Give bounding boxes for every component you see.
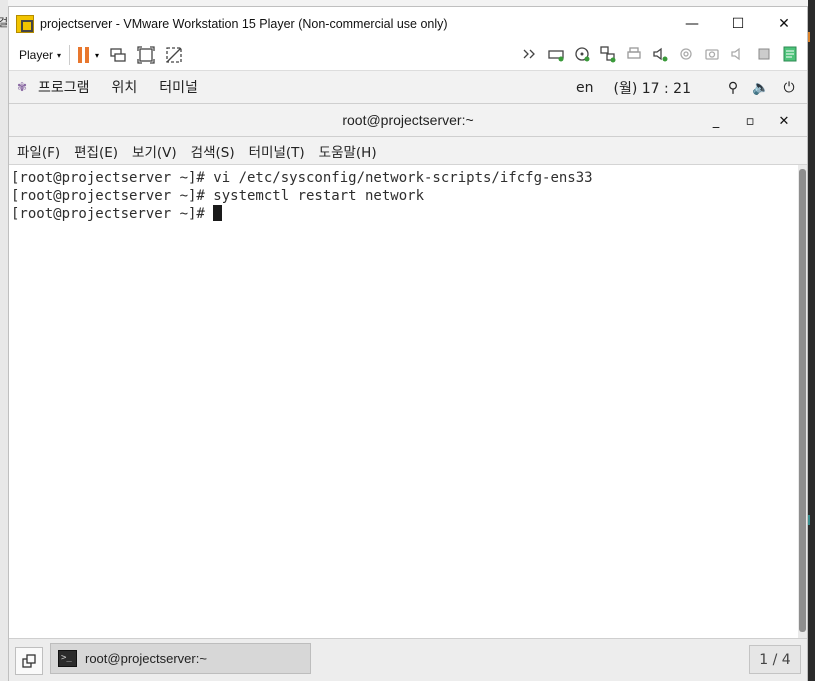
terminal-maximize-button[interactable]: ▫	[733, 114, 767, 129]
device-icons	[517, 43, 803, 65]
terminal-prompt-line: [root@projectserver ~]#	[9, 205, 593, 223]
host-right-mark	[808, 32, 815, 42]
chevron-down-icon[interactable]: ▾	[95, 51, 99, 60]
terminal-line: [root@projectserver ~]# systemctl restar…	[11, 188, 425, 204]
show-desktop-button[interactable]	[15, 647, 43, 675]
forward-icon[interactable]	[519, 43, 541, 65]
printer-icon[interactable]	[623, 43, 645, 65]
sound-icon[interactable]	[649, 43, 671, 65]
show-desktop-icon	[22, 654, 36, 668]
hdd-icon[interactable]	[545, 43, 567, 65]
terminal-window: root@projectserver:~ _ ▫ ✕ 파일(F) 편집(E) 보…	[9, 103, 807, 638]
gnome-window-list: >_ root@projectserver:~ 1 / 4	[9, 638, 807, 681]
scrollbar-thumb[interactable]	[799, 169, 806, 632]
usb-device-icon[interactable]	[753, 43, 775, 65]
menu-view[interactable]: 보기(V)	[132, 141, 177, 161]
menu-file[interactable]: 파일(F)	[17, 141, 60, 161]
terminal-menubar: 파일(F) 편집(E) 보기(V) 검색(S) 터미널(T) 도움말(H)	[9, 137, 807, 165]
places-menu[interactable]: 위치	[112, 77, 138, 97]
cd-icon[interactable]	[571, 43, 593, 65]
close-button[interactable]: ✕	[761, 7, 807, 40]
terminal-app-menu[interactable]: 터미널	[159, 77, 198, 97]
speaker-icon[interactable]	[727, 43, 749, 65]
gnome-status-area: en (월) 17 : 21 ⚲ 🔈 ⏻	[576, 71, 799, 104]
window-controls: — ☐ ✕	[669, 7, 807, 40]
vmware-app-icon	[16, 14, 34, 33]
terminal-titlebar: root@projectserver:~ _ ▫ ✕	[9, 103, 807, 137]
terminal-close-button[interactable]: ✕	[767, 114, 801, 129]
network-icon[interactable]	[597, 43, 619, 65]
terminal-title: root@projectserver:~	[342, 112, 474, 128]
minimize-button[interactable]: —	[669, 7, 715, 40]
applications-label: 프로그램	[38, 80, 90, 96]
webcam-icon[interactable]	[701, 43, 723, 65]
applications-icon: ✾	[17, 80, 28, 94]
pause-bar	[85, 47, 90, 63]
vmware-window: projectserver - VMware Workstation 15 Pl…	[8, 6, 808, 681]
clock[interactable]: (월) 17 : 21	[613, 78, 691, 98]
taskbar-item-label: root@projectserver:~	[85, 651, 207, 666]
message-icon[interactable]	[779, 43, 801, 65]
host-left-edge: 걸	[0, 0, 8, 681]
terminal-line: [root@projectserver ~]# vi /etc/sysconfi…	[11, 170, 593, 186]
workspace-pager[interactable]: 1 / 4	[749, 645, 801, 674]
host-left-fragment: 걸	[0, 16, 9, 29]
fit-guest-icon[interactable]	[135, 44, 157, 66]
gnome-top-bar: ✾ 프로그램 위치 터미널 en (월) 17 : 21 ⚲ 🔈 ⏻	[9, 70, 807, 103]
volume-icon[interactable]: 🔈	[751, 78, 771, 98]
terminal-prompt: [root@projectserver ~]#	[11, 206, 214, 222]
menu-search[interactable]: 검색(S)	[191, 141, 235, 161]
window-title: projectserver - VMware Workstation 15 Pl…	[40, 16, 448, 31]
chevron-down-icon: ▾	[57, 50, 62, 60]
pause-bar	[78, 47, 83, 63]
send-ctrl-alt-del-icon[interactable]	[107, 44, 129, 66]
terminal-window-controls: _ ▫ ✕	[699, 104, 801, 138]
terminal-minimize-button[interactable]: _	[699, 114, 733, 129]
terminal-lines: [root@projectserver ~]# vi /etc/sysconfi…	[9, 169, 593, 223]
network-icon[interactable]: ⚲	[723, 78, 743, 98]
player-menu-button[interactable]: Player ▾	[19, 48, 61, 62]
taskbar-terminal-item[interactable]: >_ root@projectserver:~	[50, 643, 311, 674]
menu-edit[interactable]: 편집(E)	[74, 141, 118, 161]
terminal-icon: >_	[58, 650, 77, 667]
power-icon[interactable]: ⏻	[779, 78, 799, 98]
toolbar-divider	[69, 45, 71, 65]
text-cursor	[213, 205, 223, 221]
host-right-mark	[808, 515, 815, 525]
vmware-toolbar: Player ▾ ▾	[9, 40, 807, 70]
terminal-output[interactable]: [root@projectserver ~]# vi /etc/sysconfi…	[9, 165, 799, 638]
camera-icon[interactable]	[675, 43, 697, 65]
window-titlebar: projectserver - VMware Workstation 15 Pl…	[9, 7, 807, 40]
input-language[interactable]: en	[576, 80, 594, 96]
host-right-edge	[808, 0, 815, 681]
menu-terminal[interactable]: 터미널(T)	[249, 141, 305, 161]
terminal-scrollbar[interactable]	[798, 165, 807, 638]
player-label: Player	[19, 48, 54, 62]
applications-menu[interactable]: ✾ 프로그램	[17, 77, 90, 97]
pause-button[interactable]	[78, 47, 90, 63]
maximize-button[interactable]: ☐	[715, 7, 761, 40]
unity-icon[interactable]	[163, 44, 185, 66]
menu-help[interactable]: 도움말(H)	[319, 141, 377, 161]
